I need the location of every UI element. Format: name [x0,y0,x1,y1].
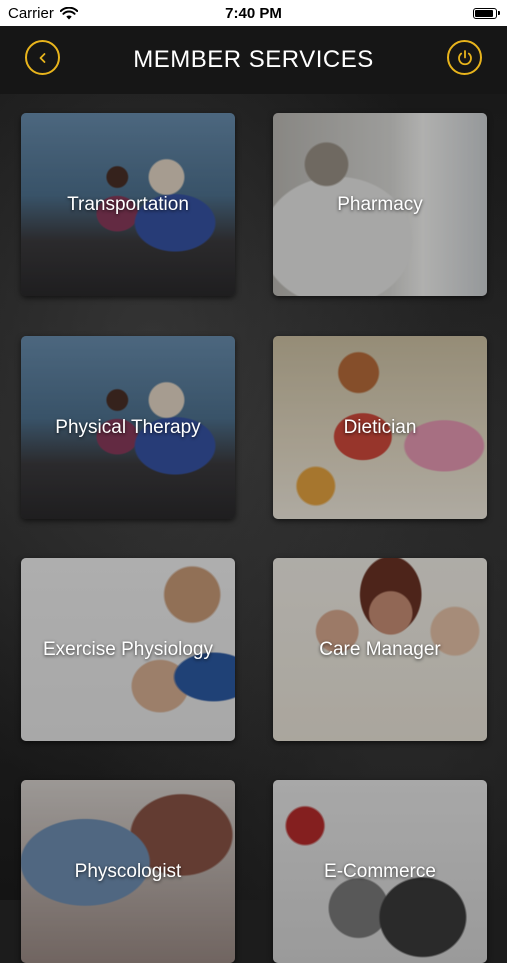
chevron-left-icon [39,52,45,63]
battery-icon [473,7,500,19]
carrier-label: Carrier [8,4,54,22]
status-left: Carrier [0,5,78,22]
service-label: Physcologist [74,860,182,882]
header: MEMBER SERVICES [0,26,507,94]
service-label: Physical Therapy [55,416,201,438]
back-button[interactable] [25,40,60,75]
service-tile-physical-therapy[interactable]: Physical Therapy [21,336,235,519]
service-label: Dietician [343,416,417,438]
service-tile-pharmacy[interactable]: Pharmacy [273,113,487,296]
service-tile-care-manager[interactable]: Care Manager [273,558,487,741]
service-tile-dietician[interactable]: Dietician [273,336,487,519]
service-label: Care Manager [319,638,441,660]
service-tile-transportation[interactable]: Transportation [21,113,235,296]
page-title: MEMBER SERVICES [133,46,374,73]
service-tile-physcologist[interactable]: Physcologist [21,780,235,963]
power-icon [457,49,472,65]
status-right [473,7,507,19]
service-label: Exercise Physiology [42,638,214,660]
service-label: Pharmacy [337,193,423,215]
service-tile-e-commerce[interactable]: E-Commerce [273,780,487,963]
status-bar: Carrier 7:40 PM [0,0,507,26]
wifi-icon [59,6,78,19]
service-grid: Transportation Pharmacy Physical Therapy… [0,94,507,963]
service-label: E-Commerce [324,860,436,882]
power-button[interactable] [447,40,482,75]
service-label: Transportation [67,193,189,215]
service-tile-exercise-physiology[interactable]: Exercise Physiology [21,558,235,741]
